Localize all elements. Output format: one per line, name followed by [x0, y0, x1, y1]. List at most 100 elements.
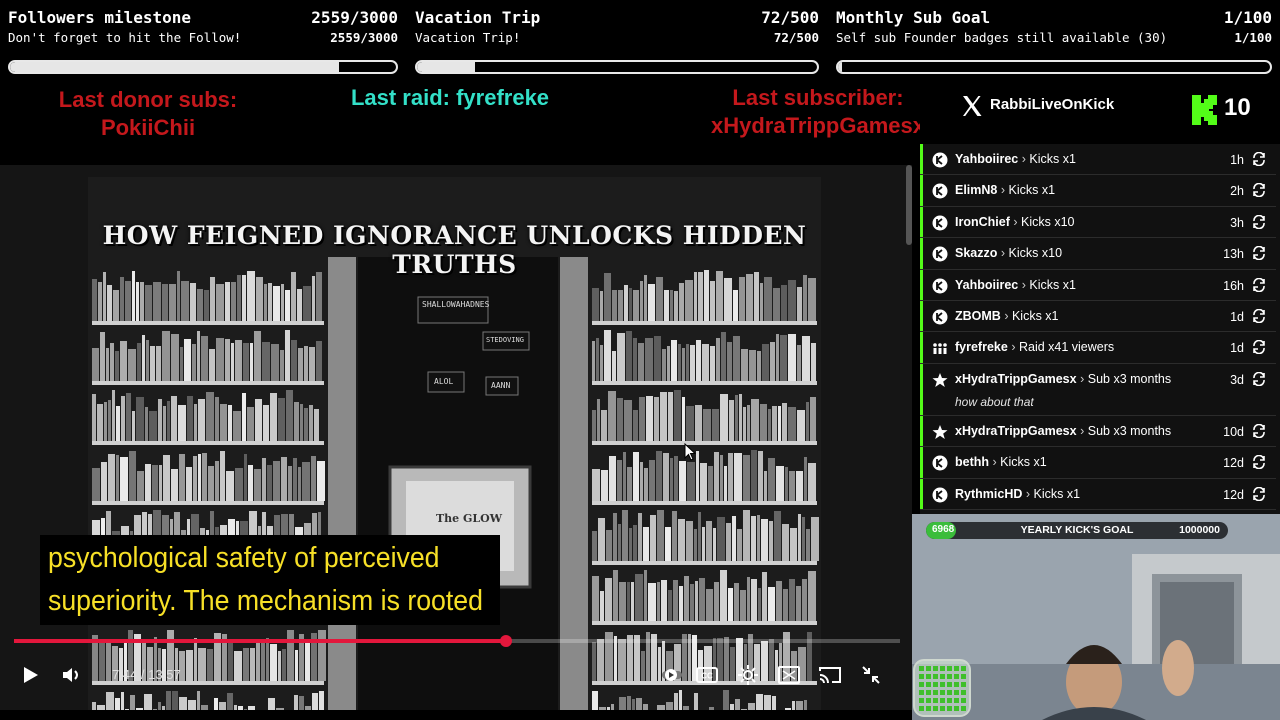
event-row: ZBOMB › Kicks x1 1d [920, 301, 1276, 333]
row-accent [920, 175, 923, 206]
event-age: 1d [1230, 310, 1244, 324]
event-age: 16h [1223, 278, 1244, 293]
event-user: xHydraTrippGamesx [955, 371, 1077, 386]
volume-icon[interactable] [60, 663, 84, 687]
event-age: 12d [1223, 487, 1244, 502]
row-accent [920, 269, 923, 300]
caption-line: superiority. The mechanism is rooted [48, 585, 483, 617]
event-text: IronChief › Kicks x10 [955, 215, 1075, 229]
closed-captions-icon[interactable]: CC [695, 663, 719, 687]
autoplay-icon[interactable] [660, 663, 684, 687]
yearly-goal-target: 1000000 [1179, 524, 1220, 536]
replay-icon[interactable] [1252, 246, 1266, 261]
goal-title: Followers milestone [8, 8, 192, 27]
goal-title: Vacation Trip [415, 8, 541, 27]
row-accent [920, 206, 923, 238]
event-text: Yahboiirec › Kicks x1 [955, 152, 1076, 166]
video-frame: SHALLOWAHADNES STEDOVING ALOL AANN The G… [88, 177, 821, 710]
star-icon [932, 424, 948, 439]
event-text: xHydraTrippGamesx › Sub x3 months [955, 372, 1171, 386]
replay-icon[interactable] [1252, 371, 1266, 386]
event-age: 3h [1230, 215, 1244, 230]
video-progress-fill [14, 639, 506, 643]
event-action: Raid x41 viewers [1018, 340, 1115, 355]
kick-icon [932, 487, 948, 503]
row-accent [920, 144, 923, 175]
event-row: RythmicHD › Kicks x1 12d [920, 478, 1276, 510]
goal-progress-bar [836, 60, 1272, 74]
event-text: ZBOMB › Kicks x1 [955, 309, 1059, 323]
event-action: Kicks x10 [1021, 214, 1075, 229]
goal-subcount: 1/100 [1234, 30, 1272, 45]
video-caption: psychological safety of perceived superi… [40, 535, 500, 625]
event-row: Yahboiirec › Kicks x1 1h [920, 144, 1276, 176]
kick-icon [932, 215, 948, 231]
replay-icon[interactable] [1252, 486, 1266, 501]
video-timecode: 7:44 / 13:57 [112, 667, 181, 682]
goal-progress-fill [417, 62, 475, 72]
webcam-feed: 6968 YEARLY KICK'S GOAL 1000000 [912, 514, 1280, 720]
event-row: xHydraTrippGamesx › Sub x3 months 10d [920, 415, 1276, 448]
play-icon[interactable] [18, 663, 42, 687]
goal-count: 2559/3000 [311, 8, 398, 27]
goal-subcount: 2559/3000 [330, 30, 398, 45]
row-accent [920, 415, 923, 447]
cast-icon[interactable] [818, 663, 842, 687]
event-text: RythmicHD › Kicks x1 [955, 487, 1080, 501]
replay-icon[interactable] [1252, 423, 1266, 438]
replay-icon[interactable] [1252, 277, 1266, 292]
video-player[interactable]: SHALLOWAHADNES STEDOVING ALOL AANN The G… [0, 165, 912, 710]
arrow-separator-icon: › [1004, 309, 1009, 323]
last-donor: Last donor subs: PokiiChii [30, 86, 266, 142]
row-accent [920, 332, 923, 363]
event-user: fyrefreke [955, 340, 1008, 355]
goal-subcount: 72/500 [773, 30, 819, 45]
arrow-separator-icon: › [1080, 423, 1085, 438]
event-note: how about that [955, 394, 1034, 409]
goal-title: Monthly Sub Goal [836, 8, 991, 27]
goal-subtitle: Don't forget to hit the Follow! [8, 30, 242, 45]
last-donor-label: Last donor subs: [58, 87, 238, 112]
event-row: ElimN8 › Kicks x1 2h [920, 175, 1276, 207]
replay-icon[interactable] [1252, 455, 1266, 470]
socials-header: RabbiLiveOnKick 10 [920, 82, 1280, 144]
event-row: xHydraTrippGamesx › Sub x3 months how abo… [920, 363, 1276, 416]
replay-icon[interactable] [1252, 183, 1266, 198]
scrollbar-thumb[interactable] [906, 165, 912, 245]
replay-icon[interactable] [1252, 340, 1266, 355]
kick-icon [932, 455, 948, 471]
event-age: 13h [1223, 247, 1244, 262]
replay-icon[interactable] [1252, 152, 1266, 166]
event-action: Kicks x1 [1029, 152, 1076, 166]
miniplayer-icon[interactable] [777, 663, 801, 687]
row-accent [920, 238, 923, 269]
video-title-text: HOW FEIGNED IGNORANCE UNLOCKS HIDDEN TRU… [102, 221, 807, 279]
video-progress-bar[interactable] [14, 635, 900, 647]
replay-icon[interactable] [1252, 214, 1266, 229]
raid-icon [933, 343, 947, 355]
fullscreen-exit-icon[interactable] [859, 663, 883, 687]
goal-monthly-sub: Monthly Sub Goal 1/100 Self sub Founder … [836, 0, 1272, 82]
event-age: 1d [1230, 341, 1244, 356]
arrow-separator-icon: › [1021, 277, 1026, 292]
yearly-goal-bar: 6968 YEARLY KICK'S GOAL 1000000 [926, 522, 1228, 539]
x-logo-icon [963, 96, 982, 116]
last-subscriber-label: Last subscriber: [732, 85, 904, 110]
event-row: fyrefreke › Raid x41 viewers 1d [920, 332, 1276, 364]
replay-icon[interactable] [1252, 309, 1266, 323]
row-accent [920, 363, 923, 415]
row-accent [920, 447, 923, 478]
video-progress-knob[interactable] [499, 635, 512, 647]
settings-gear-icon[interactable] [736, 663, 760, 687]
event-row: IronChief › Kicks x10 3h [920, 206, 1276, 239]
goal-progress-bar [415, 60, 819, 74]
event-row: bethh › Kicks x1 12d [920, 447, 1276, 479]
event-age: 2h [1230, 184, 1244, 199]
event-user: xHydraTrippGamesx [955, 423, 1077, 438]
last-raid: Last raid: fyrefreke [350, 85, 550, 110]
kick-count: 10 [1224, 94, 1251, 121]
x-handle: RabbiLiveOnKick [990, 96, 1115, 113]
goal-followers: Followers milestone 2559/3000 Don't forg… [8, 0, 398, 82]
kick-icon [932, 278, 948, 294]
arrow-separator-icon: › [1021, 152, 1026, 166]
